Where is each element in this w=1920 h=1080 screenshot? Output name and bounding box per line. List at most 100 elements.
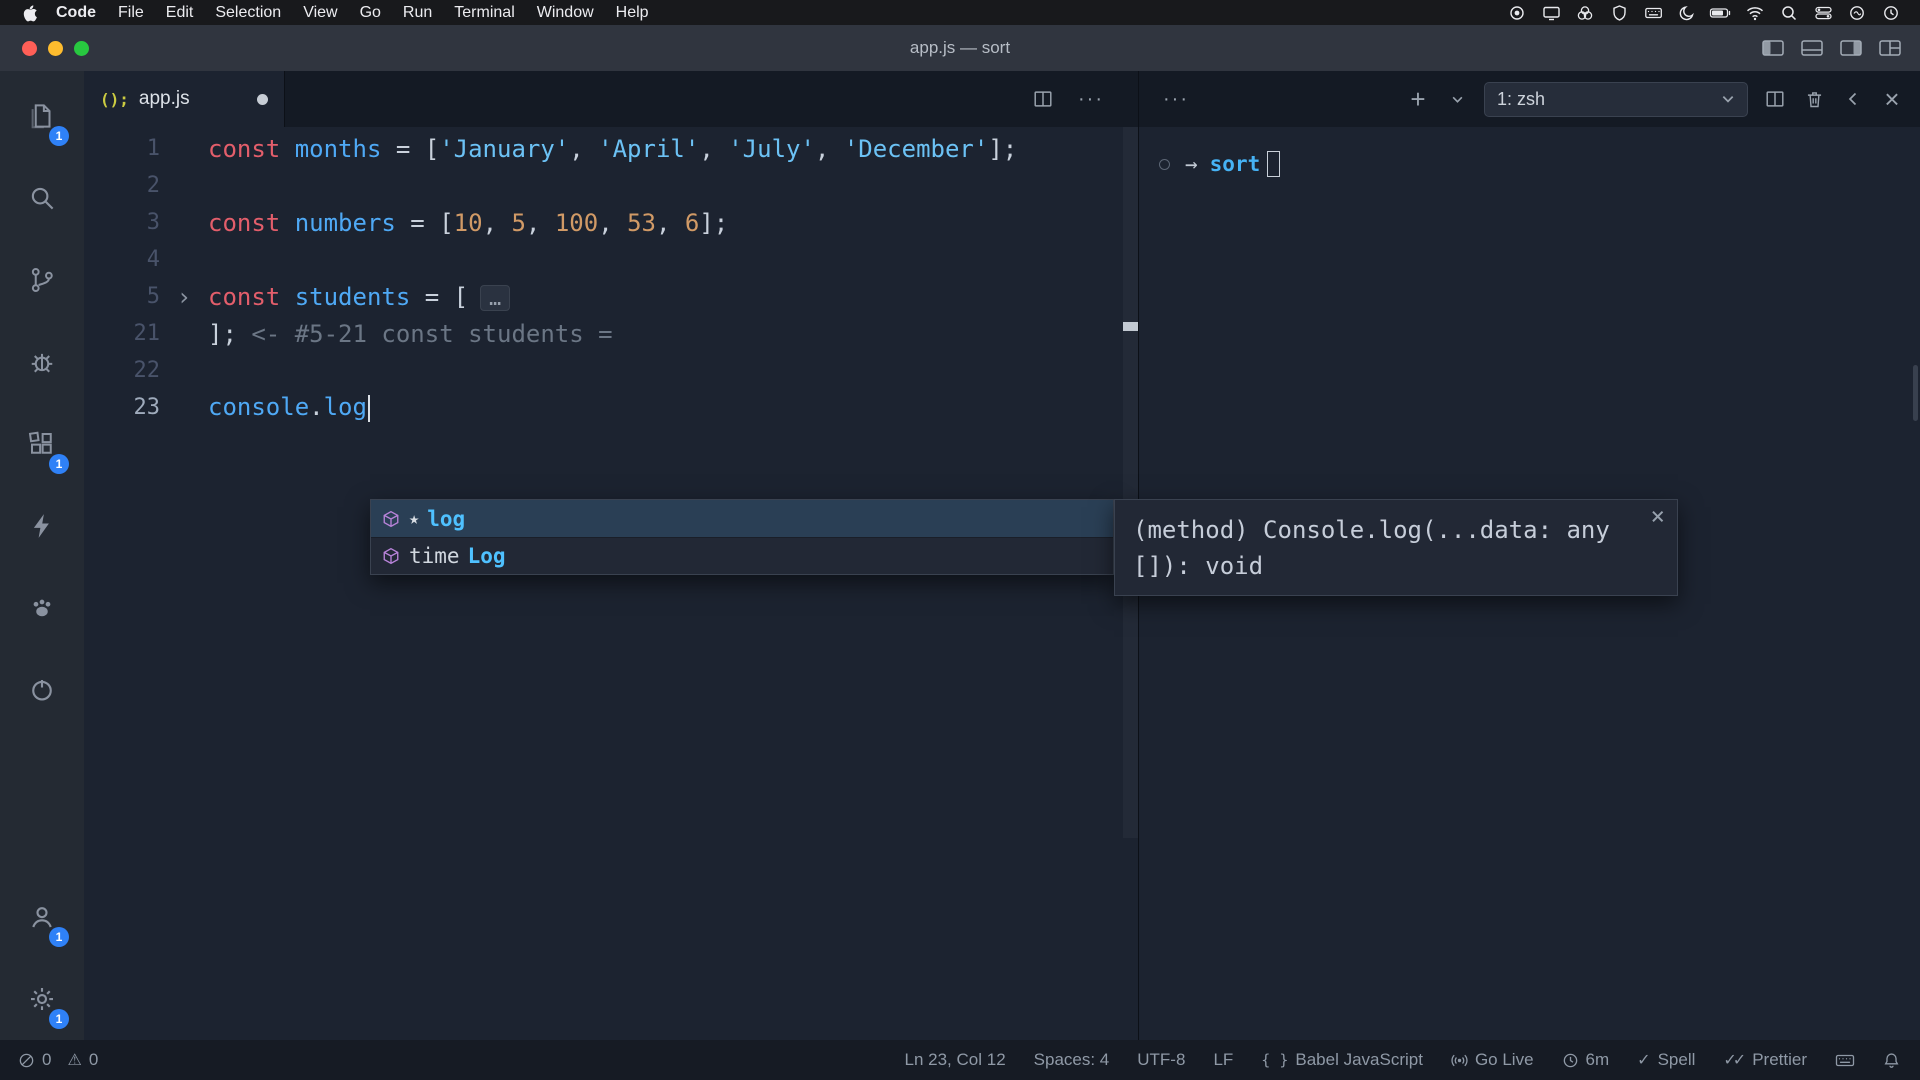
clock-icon[interactable] bbox=[1876, 2, 1906, 24]
close-panel-icon[interactable]: × bbox=[1880, 86, 1904, 112]
recording-indicator-icon[interactable] bbox=[1502, 2, 1532, 24]
workbench: 1 1 1 1 bbox=[0, 71, 1920, 1040]
kill-terminal-trash-icon[interactable] bbox=[1802, 89, 1826, 110]
shield-icon[interactable] bbox=[1604, 2, 1634, 24]
keyboard-layout-indicator[interactable] bbox=[1835, 1052, 1855, 1069]
zoom-window-button[interactable] bbox=[74, 41, 89, 56]
line-number: 1 bbox=[84, 136, 160, 161]
siri-icon[interactable] bbox=[1842, 2, 1872, 24]
menu-window[interactable]: Window bbox=[526, 0, 605, 25]
spell-checker[interactable]: ✓ Spell bbox=[1637, 1050, 1695, 1070]
toggle-secondary-sidebar-icon[interactable] bbox=[1839, 38, 1863, 58]
terminal-cursor bbox=[1267, 151, 1280, 177]
line-number: 2 bbox=[84, 173, 160, 198]
lightning-icon bbox=[27, 511, 57, 541]
menu-view[interactable]: View bbox=[292, 0, 348, 25]
minimize-window-button[interactable] bbox=[48, 41, 63, 56]
paw-icon bbox=[27, 593, 57, 623]
code-line-2: 2 bbox=[84, 167, 1138, 204]
errors-indicator[interactable]: 0 bbox=[18, 1050, 51, 1070]
customize-layout-icon[interactable] bbox=[1878, 38, 1902, 58]
apple-menu-icon[interactable] bbox=[14, 4, 45, 22]
suggest-label-match: Log bbox=[468, 544, 506, 568]
new-terminal-dropdown-icon[interactable] bbox=[1445, 93, 1469, 106]
display-icon[interactable] bbox=[1536, 2, 1566, 24]
prettier-indicator[interactable]: ✓✓ Prettier bbox=[1723, 1050, 1807, 1070]
suggest-item-log[interactable]: ★ log bbox=[371, 500, 1113, 537]
terminal-shell-select[interactable]: 1: zsh bbox=[1484, 82, 1748, 117]
code-token: const bbox=[208, 209, 295, 237]
activitybar-debug[interactable] bbox=[0, 321, 84, 403]
code-editor[interactable]: 1 const months = ['January', 'April', 'J… bbox=[84, 127, 1138, 1040]
activitybar-search[interactable] bbox=[0, 157, 84, 239]
star-icon: ★ bbox=[409, 509, 419, 529]
encoding-setting[interactable]: UTF-8 bbox=[1137, 1050, 1185, 1070]
bell-icon bbox=[1883, 1052, 1900, 1069]
code-token: 6 bbox=[685, 209, 699, 237]
close-icon[interactable]: × bbox=[1651, 502, 1665, 530]
menu-help[interactable]: Help bbox=[605, 0, 660, 25]
menu-run[interactable]: Run bbox=[392, 0, 443, 25]
menu-selection[interactable]: Selection bbox=[204, 0, 292, 25]
menu-go[interactable]: Go bbox=[349, 0, 392, 25]
code-token: 5 bbox=[511, 209, 525, 237]
chevron-left-icon[interactable] bbox=[1841, 90, 1865, 108]
menu-edit[interactable]: Edit bbox=[155, 0, 205, 25]
activitybar-extensions[interactable]: 1 bbox=[0, 403, 84, 485]
activitybar-manage[interactable]: 1 bbox=[0, 958, 84, 1040]
split-editor-icon[interactable] bbox=[1032, 88, 1054, 110]
menu-file[interactable]: File bbox=[107, 0, 155, 25]
more-actions-icon[interactable]: ··· bbox=[1078, 89, 1104, 109]
suggest-item-timelog[interactable]: timeLog bbox=[371, 537, 1113, 574]
moon-icon[interactable] bbox=[1672, 2, 1702, 24]
code-token: 10 bbox=[454, 209, 483, 237]
notifications-bell[interactable] bbox=[1883, 1052, 1900, 1069]
split-terminal-icon[interactable] bbox=[1763, 88, 1787, 110]
unsaved-changes-dot[interactable] bbox=[257, 94, 268, 105]
code-token: 'December' bbox=[844, 135, 989, 163]
spotlight-icon[interactable] bbox=[1774, 2, 1804, 24]
folded-code-ellipsis[interactable]: … bbox=[480, 285, 510, 311]
warnings-indicator[interactable]: ⚠ 0 bbox=[67, 1050, 98, 1070]
editor-scrollbar[interactable] bbox=[1123, 127, 1138, 838]
keyboard-icon[interactable] bbox=[1638, 2, 1668, 24]
fold-chevron-icon[interactable]: › bbox=[177, 283, 191, 311]
color-filter-icon[interactable] bbox=[1570, 2, 1600, 24]
error-icon bbox=[18, 1052, 35, 1069]
macos-menu-bar: Code File Edit Selection View Go Run Ter… bbox=[0, 0, 1920, 25]
search-icon bbox=[27, 183, 57, 213]
warnings-count: 0 bbox=[89, 1050, 98, 1070]
line-number: 5 bbox=[84, 284, 160, 309]
go-live-button[interactable]: Go Live bbox=[1451, 1050, 1534, 1070]
control-center-icon[interactable] bbox=[1808, 2, 1838, 24]
check-icon: ✓ bbox=[1637, 1050, 1650, 1070]
activitybar-circle-extension[interactable] bbox=[0, 649, 84, 731]
terminal-scrollbar[interactable] bbox=[1913, 365, 1918, 421]
language-mode[interactable]: { } Babel JavaScript bbox=[1261, 1050, 1423, 1070]
command-decoration-icon[interactable] bbox=[1159, 159, 1170, 170]
activitybar-thunder-client[interactable] bbox=[0, 485, 84, 567]
activitybar-accounts[interactable]: 1 bbox=[0, 876, 84, 958]
timer-label: 6m bbox=[1586, 1050, 1610, 1070]
menu-terminal[interactable]: Terminal bbox=[443, 0, 525, 25]
code-line-22: 22 bbox=[84, 352, 1138, 389]
app-menu-code[interactable]: Code bbox=[45, 0, 107, 25]
battery-icon[interactable] bbox=[1706, 2, 1736, 24]
eol-setting[interactable]: LF bbox=[1213, 1050, 1233, 1070]
toggle-panel-icon[interactable] bbox=[1800, 38, 1824, 58]
activitybar-explorer[interactable]: 1 bbox=[0, 75, 84, 157]
terminal-more-actions-icon[interactable]: ··· bbox=[1163, 89, 1189, 109]
close-window-button[interactable] bbox=[22, 41, 37, 56]
new-terminal-icon[interactable]: + bbox=[1406, 86, 1430, 112]
activitybar-source-control[interactable] bbox=[0, 239, 84, 321]
toggle-primary-sidebar-icon[interactable] bbox=[1761, 38, 1785, 58]
activitybar-paw-extension[interactable] bbox=[0, 567, 84, 649]
tab-appjs[interactable]: (); app.js bbox=[84, 71, 285, 127]
indentation-setting[interactable]: Spaces: 4 bbox=[1034, 1050, 1110, 1070]
code-token: 100 bbox=[555, 209, 598, 237]
wifi-icon[interactable] bbox=[1740, 2, 1770, 24]
timer-indicator[interactable]: 6m bbox=[1562, 1050, 1610, 1070]
problems-summary[interactable]: 0 ⚠ 0 bbox=[18, 1050, 98, 1070]
activity-bar: 1 1 1 1 bbox=[0, 71, 84, 1040]
cursor-position[interactable]: Ln 23, Col 12 bbox=[905, 1050, 1006, 1070]
